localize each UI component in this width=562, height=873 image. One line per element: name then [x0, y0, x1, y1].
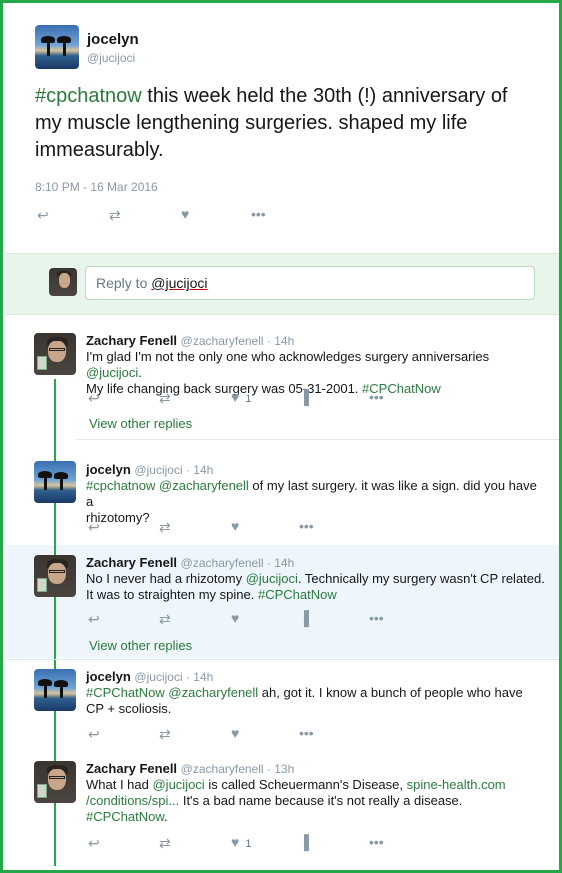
heart-icon[interactable]: ♥ 1: [231, 390, 251, 406]
reply-icon[interactable]: ↩: [88, 612, 100, 626]
reply-mention: @jucijoci: [151, 275, 208, 291]
retweet-icon[interactable]: ⇄: [159, 520, 171, 534]
mention-link[interactable]: @zacharyfenell: [159, 478, 249, 493]
heart-icon[interactable]: ♥: [231, 611, 239, 625]
author-handle[interactable]: @jucijoci: [87, 51, 135, 65]
retweet-icon[interactable]: ⇄: [159, 727, 171, 741]
hashtag-link[interactable]: #CPChatNow: [86, 809, 164, 824]
avatar: [49, 268, 77, 296]
heart-icon[interactable]: ♥: [231, 726, 239, 740]
view-other-replies[interactable]: View other replies: [89, 638, 192, 653]
tweet-frame: jocelyn @jucijoci #cpchatnow this week h…: [0, 0, 562, 873]
reply-icon[interactable]: ↩: [37, 208, 49, 222]
reply-author[interactable]: Zachary Fenell @zacharyfenell · 13h: [86, 761, 294, 776]
reply-icon[interactable]: ↩: [88, 836, 100, 850]
tweet-timestamp[interactable]: 8:10 PM - 16 Mar 2016: [35, 180, 158, 194]
hashtag-link[interactable]: #CPChatNow: [86, 685, 165, 700]
hashtag-link[interactable]: #cpchatnow: [86, 478, 155, 493]
reply-author[interactable]: Zachary Fenell @zacharyfenell · 14h: [86, 333, 294, 348]
reply-author[interactable]: jocelyn @jucijoci · 14h: [86, 462, 213, 477]
reply-icon[interactable]: ↩: [88, 727, 100, 741]
more-icon[interactable]: •••: [369, 390, 384, 404]
more-icon[interactable]: •••: [369, 835, 384, 849]
heart-icon[interactable]: ♥: [181, 207, 189, 221]
view-other-replies[interactable]: View other replies: [89, 416, 192, 431]
divider: [76, 439, 559, 440]
hashtag-link[interactable]: #CPChatNow: [258, 587, 337, 602]
more-icon[interactable]: •••: [299, 726, 314, 740]
heart-icon[interactable]: ♥ 1: [231, 835, 251, 851]
avatar[interactable]: [34, 333, 76, 375]
reply-author[interactable]: Zachary Fenell @zacharyfenell · 14h: [86, 555, 294, 570]
tweet-text: #cpchatnow this week held the 30th (!) a…: [35, 83, 535, 164]
analytics-icon[interactable]: ▐: [299, 611, 309, 625]
mention-link[interactable]: @jucijoci: [246, 571, 298, 586]
analytics-icon[interactable]: ▐: [299, 390, 309, 404]
retweet-icon[interactable]: ⇄: [159, 391, 171, 405]
url-link[interactable]: spine-health.com: [407, 777, 506, 792]
more-icon[interactable]: •••: [369, 611, 384, 625]
avatar[interactable]: [34, 461, 76, 503]
avatar[interactable]: [34, 761, 76, 803]
reply-icon[interactable]: ↩: [88, 391, 100, 405]
analytics-icon[interactable]: ▐: [299, 835, 309, 849]
more-icon[interactable]: •••: [299, 519, 314, 533]
avatar[interactable]: [35, 25, 79, 69]
author-name[interactable]: jocelyn: [87, 31, 139, 48]
reply-text: #cpchatnow @zacharyfenell of my last sur…: [86, 478, 537, 525]
divider: [6, 659, 559, 660]
avatar[interactable]: [34, 669, 76, 711]
mention-link[interactable]: @jucijoci: [86, 365, 138, 380]
reply-icon[interactable]: ↩: [88, 520, 100, 534]
like-count: 1: [245, 393, 252, 405]
retweet-icon[interactable]: ⇄: [159, 836, 171, 850]
reply-author[interactable]: jocelyn @jucijoci · 14h: [86, 669, 213, 684]
reply-text: #CPChatNow @zacharyfenell ah, got it. I …: [86, 685, 523, 716]
retweet-icon[interactable]: ⇄: [159, 612, 171, 626]
reply-text: No I never had a rhizotomy @jucijoci. Te…: [86, 571, 545, 602]
mention-link[interactable]: @zacharyfenell: [168, 685, 258, 700]
reply-prefix: Reply to: [96, 275, 152, 291]
reply-input[interactable]: Reply to @jucijoci: [85, 266, 535, 300]
avatar[interactable]: [34, 555, 76, 597]
mention-link[interactable]: @jucijoci: [152, 777, 204, 792]
more-icon[interactable]: •••: [251, 207, 266, 221]
like-count: 1: [245, 838, 252, 850]
hashtag-link[interactable]: #cpchatnow: [35, 85, 142, 107]
reply-text: What I had @jucijoci is called Scheuerma…: [86, 777, 506, 824]
heart-icon[interactable]: ♥: [231, 519, 239, 533]
reply-text: I'm glad I'm not the only one who acknow…: [86, 349, 490, 396]
retweet-icon[interactable]: ⇄: [109, 208, 121, 222]
url-link[interactable]: /conditions/spi...: [86, 793, 179, 808]
